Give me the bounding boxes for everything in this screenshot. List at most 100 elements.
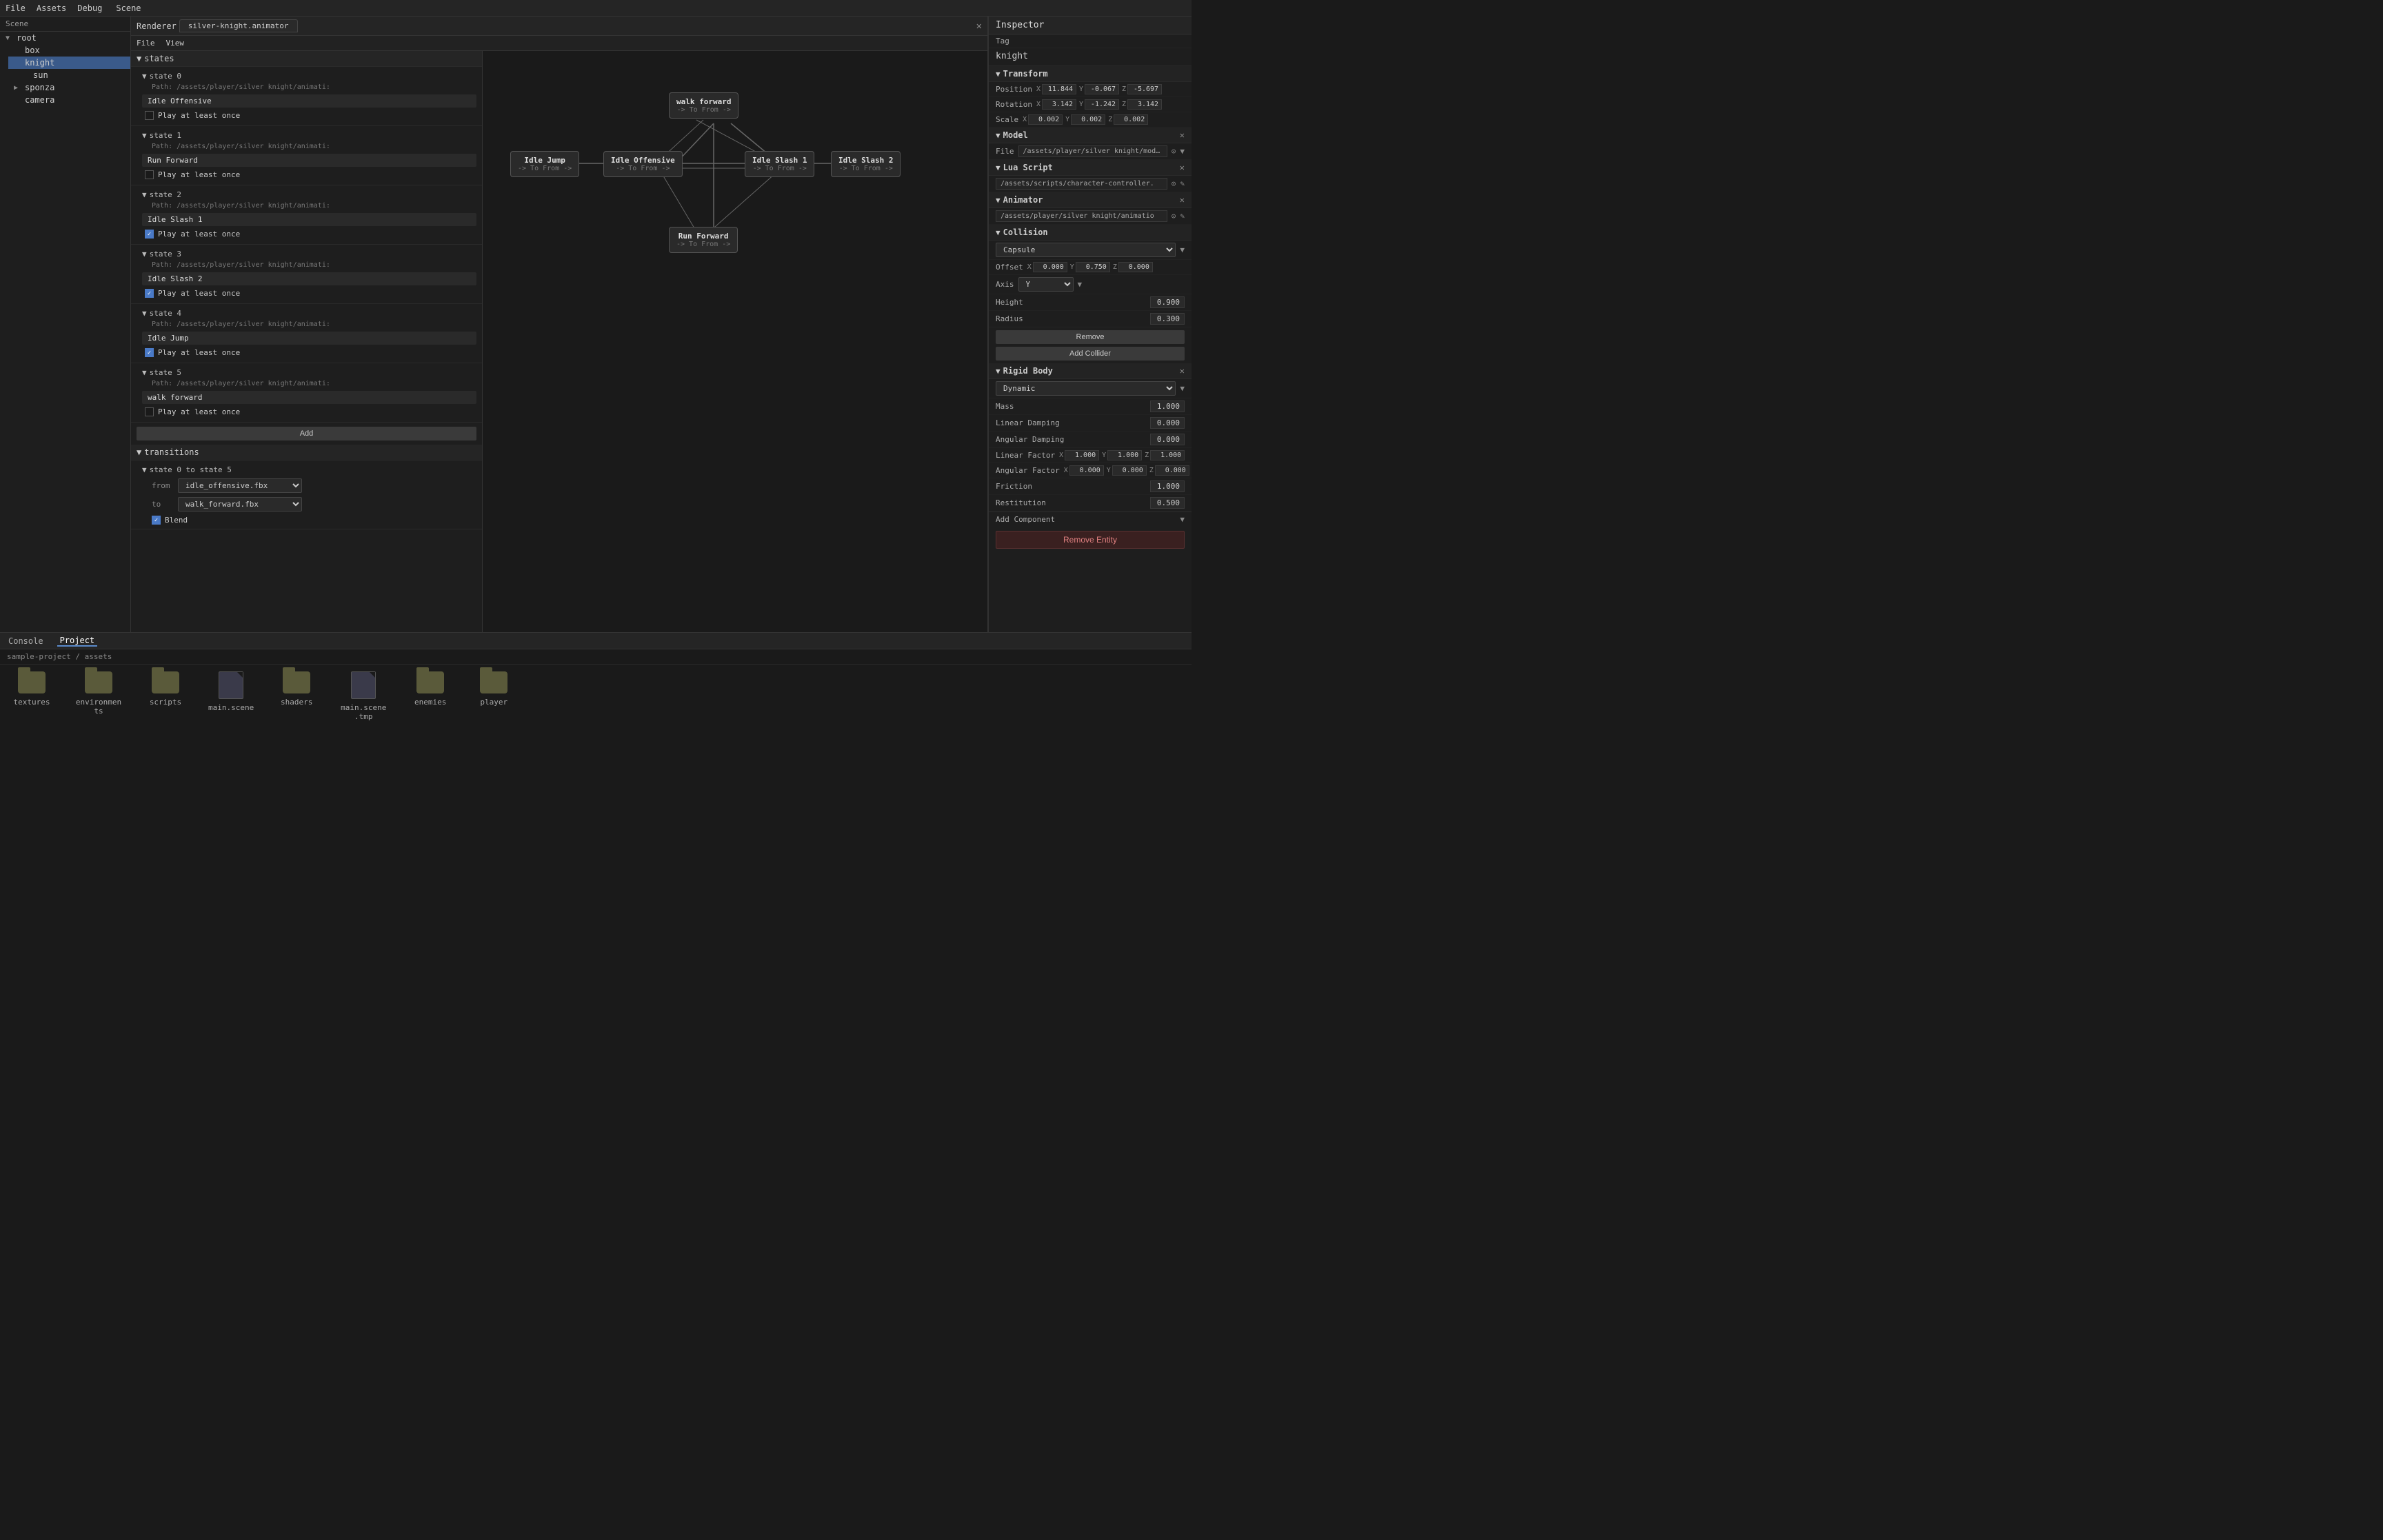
state-2-play-once-row: Play at least once xyxy=(142,227,476,240)
scene-panel: Scene ▼ root box knight sun ▶ sponza cam… xyxy=(0,17,131,632)
graph-node-run-forward[interactable]: Run Forward -> To From -> xyxy=(669,227,738,253)
collision-offset-y[interactable] xyxy=(1076,262,1110,272)
collision-axis-select[interactable]: Y xyxy=(1018,277,1074,292)
collision-shape-select[interactable]: Capsule xyxy=(996,243,1176,257)
animator-menu-view[interactable]: View xyxy=(166,39,185,48)
rotation-z[interactable] xyxy=(1127,99,1162,110)
state-3-play-once-row: Play at least once xyxy=(142,287,476,299)
state-4-header[interactable]: ▼ state 4 xyxy=(142,307,476,320)
file-item-enemies[interactable]: enemies xyxy=(410,671,451,707)
collision-section[interactable]: ▼ Collision xyxy=(989,225,1192,241)
graph-node-idle-jump[interactable]: Idle Jump -> To From -> xyxy=(510,151,579,177)
collision-offset-x[interactable] xyxy=(1033,262,1067,272)
animator-target-icon[interactable]: ⊙ xyxy=(1172,212,1176,221)
remove-collider-button[interactable]: Remove xyxy=(996,330,1185,344)
lua-script-section[interactable]: ▼ Lua Script ✕ xyxy=(989,160,1192,176)
model-label: Model xyxy=(1003,130,1028,140)
linear-factor-z[interactable] xyxy=(1150,450,1185,460)
animator-menu-file[interactable]: File xyxy=(137,39,155,48)
file-item-environments[interactable]: environments xyxy=(74,671,123,716)
state-0-header[interactable]: ▼ state 0 xyxy=(142,70,476,83)
states-label: states xyxy=(144,54,174,63)
rotation-y[interactable] xyxy=(1085,99,1119,110)
graph-node-idle-slash2[interactable]: Idle Slash 2 -> To From -> xyxy=(831,151,901,177)
trans-0-to-select[interactable]: walk_forward.fbx xyxy=(178,497,302,511)
main-layout: Scene ▼ root box knight sun ▶ sponza cam… xyxy=(0,17,1192,632)
model-file-value: /assets/player/silver knight/model/silve xyxy=(1018,145,1167,157)
angular-factor-y[interactable] xyxy=(1112,465,1147,476)
model-file-dropdown-icon[interactable]: ▼ xyxy=(1180,147,1185,156)
file-item-scripts[interactable]: scripts xyxy=(145,671,186,707)
file-item-shaders[interactable]: shaders xyxy=(276,671,317,707)
tab-project[interactable]: Project xyxy=(57,636,98,647)
add-state-button[interactable]: Add xyxy=(137,427,476,440)
animator-tab[interactable]: silver-knight.animator xyxy=(179,19,298,32)
file-item-player[interactable]: player xyxy=(473,671,514,707)
position-x[interactable] xyxy=(1042,84,1076,94)
animator-edit-icon[interactable]: ✎ xyxy=(1180,212,1185,221)
file-item-main-scene-tmp[interactable]: main.scene.tmp xyxy=(339,671,388,721)
file-item-main-scene[interactable]: main.scene xyxy=(208,671,254,712)
state-5-checkbox[interactable] xyxy=(145,407,154,416)
graph-node-idle-offensive[interactable]: Idle Offensive -> To From -> xyxy=(603,151,683,177)
lua-target-icon[interactable]: ⊙ xyxy=(1172,179,1176,188)
remove-entity-button[interactable]: Remove Entity xyxy=(996,531,1185,549)
animator-close-button[interactable]: ✕ xyxy=(976,21,982,32)
tree-item-box[interactable]: box xyxy=(8,44,130,57)
trans-0-from-select[interactable]: idle_offensive.fbx xyxy=(178,478,302,493)
add-component-dropdown-icon[interactable]: ▼ xyxy=(1180,515,1185,524)
scale-z[interactable] xyxy=(1114,114,1148,125)
trans-0-blend-checkbox[interactable] xyxy=(152,516,161,525)
graph-node-walk-forward[interactable]: walk forward -> To From -> xyxy=(669,92,738,119)
linear-factor-y[interactable] xyxy=(1107,450,1142,460)
animator-section[interactable]: ▼ Animator ✕ xyxy=(989,192,1192,208)
state-2-checkbox[interactable] xyxy=(145,230,154,239)
position-xyz: X Y Z xyxy=(1036,84,1185,94)
tree-item-root[interactable]: ▼ root xyxy=(0,32,130,44)
lua-close-button[interactable]: ✕ xyxy=(1180,163,1185,172)
state-2-header[interactable]: ▼ state 2 xyxy=(142,188,476,201)
scale-x[interactable] xyxy=(1028,114,1063,125)
state-3-checkbox[interactable] xyxy=(145,289,154,298)
state-0-checkbox[interactable] xyxy=(145,111,154,120)
tree-item-knight[interactable]: knight xyxy=(8,57,130,69)
animator-close-button[interactable]: ✕ xyxy=(1180,195,1185,205)
lua-edit-icon[interactable]: ✎ xyxy=(1180,179,1185,188)
menu-assets[interactable]: Assets xyxy=(37,3,66,13)
transform-section[interactable]: ▼ Transform xyxy=(989,66,1192,82)
tree-item-sponza[interactable]: ▶ sponza xyxy=(8,81,130,94)
model-close-button[interactable]: ✕ xyxy=(1180,130,1185,140)
transitions-section-header[interactable]: ▼ transitions xyxy=(131,445,482,460)
state-4-checkbox[interactable] xyxy=(145,348,154,357)
state-3-header[interactable]: ▼ state 3 xyxy=(142,247,476,261)
scale-y[interactable] xyxy=(1071,114,1105,125)
trans-0-from-label: from xyxy=(152,481,172,490)
add-collider-button[interactable]: Add Collider xyxy=(996,347,1185,361)
tree-item-camera[interactable]: camera xyxy=(8,94,130,106)
position-y[interactable] xyxy=(1085,84,1119,94)
model-section[interactable]: ▼ Model ✕ xyxy=(989,128,1192,143)
states-section-header[interactable]: ▼ states xyxy=(131,51,482,67)
collision-offset-z[interactable] xyxy=(1118,262,1153,272)
transition-0-header[interactable]: ▼ state 0 to state 5 xyxy=(142,463,482,476)
angular-factor-x[interactable] xyxy=(1069,465,1104,476)
state-1-checkbox[interactable] xyxy=(145,170,154,179)
file-item-textures[interactable]: textures xyxy=(11,671,52,707)
tab-console[interactable]: Console xyxy=(6,636,46,646)
state-1-play-once-row: Play at least once xyxy=(142,168,476,181)
model-file-target-icon[interactable]: ⊙ xyxy=(1172,147,1176,156)
state-5-header[interactable]: ▼ state 5 xyxy=(142,366,476,379)
menu-debug[interactable]: Debug xyxy=(77,3,102,13)
graph-canvas[interactable]: walk forward -> To From -> Idle Offensiv… xyxy=(483,51,987,632)
state-1-header[interactable]: ▼ state 1 xyxy=(142,129,476,142)
rigid-body-section[interactable]: ▼ Rigid Body ✕ xyxy=(989,363,1192,379)
graph-node-idle-slash1[interactable]: Idle Slash 1 -> To From -> xyxy=(745,151,814,177)
tree-item-sun[interactable]: sun xyxy=(17,69,130,81)
linear-factor-x[interactable] xyxy=(1065,450,1099,460)
rotation-x[interactable] xyxy=(1042,99,1076,110)
rb-type-select[interactable]: Dynamic xyxy=(996,381,1176,396)
angular-factor-z[interactable] xyxy=(1155,465,1189,476)
position-z[interactable] xyxy=(1127,84,1162,94)
menu-file[interactable]: File xyxy=(6,3,26,13)
rigid-body-close-button[interactable]: ✕ xyxy=(1180,366,1185,376)
